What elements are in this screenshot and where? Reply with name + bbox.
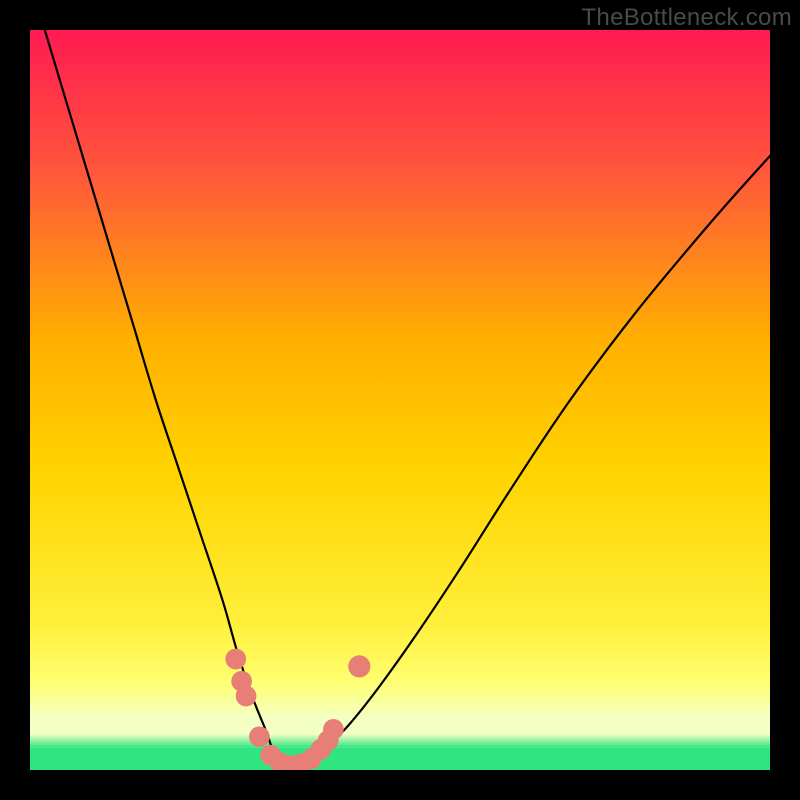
chart-frame: TheBottleneck.com <box>0 0 800 800</box>
curve-marker <box>249 726 270 747</box>
chart-plot-area <box>30 30 770 770</box>
watermark-text: TheBottleneck.com <box>581 4 792 32</box>
curve-marker <box>225 649 246 670</box>
chart-svg <box>30 30 770 770</box>
curve-marker <box>323 719 344 740</box>
curve-marker <box>348 655 370 677</box>
curve-marker <box>236 686 257 707</box>
